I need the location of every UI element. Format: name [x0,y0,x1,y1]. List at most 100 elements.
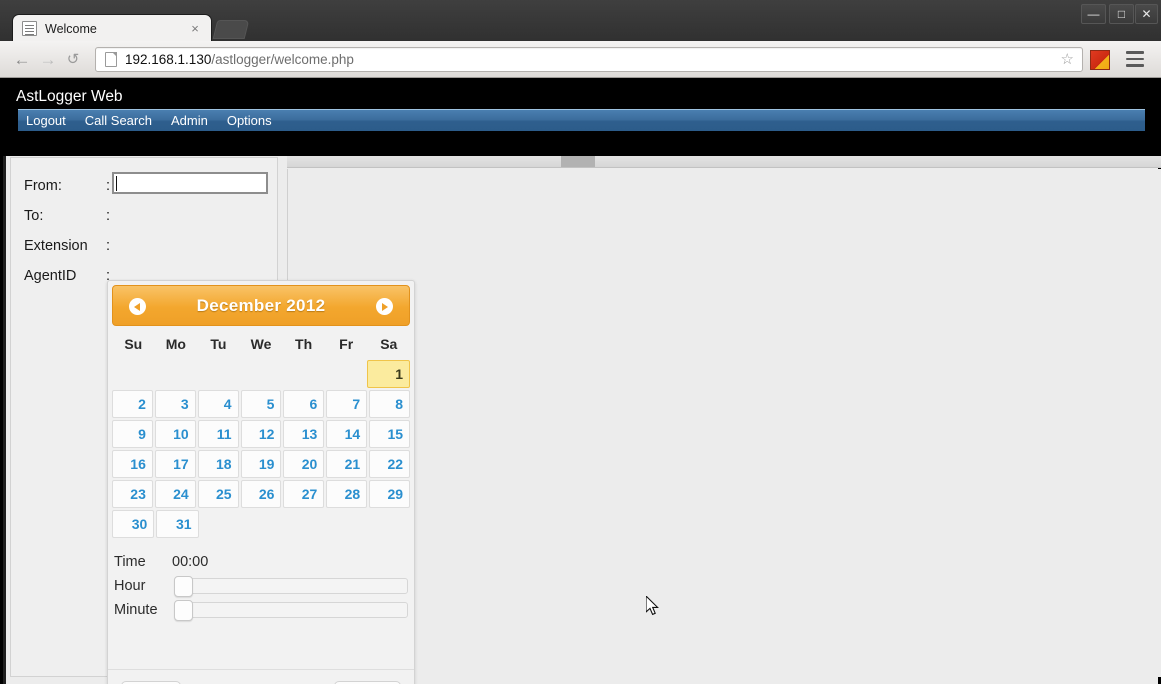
calendar-day-11[interactable]: 11 [197,420,239,448]
weekday-sa: Sa [380,336,398,352]
calendar-cell-empty [201,510,241,538]
star-icon[interactable]: ☆ [1061,52,1074,67]
forward-icon[interactable]: → [38,50,58,70]
calendar-day-27[interactable]: 27 [283,480,325,508]
label-from: From: [24,178,62,194]
window-minimize-button[interactable]: — [1081,4,1106,24]
form-row-agentid: AgentID : [24,268,118,284]
hour-slider-row: Hour [114,576,408,597]
text-caret [116,176,117,191]
calendar-week-row: 2345678 [112,390,411,418]
calendar-day-21[interactable]: 21 [326,450,368,478]
calendar-day-2[interactable]: 2 [112,390,153,418]
form-row-extension: Extension : [24,238,118,254]
horizontal-scrollbar[interactable] [287,156,1161,168]
reload-icon[interactable]: ↺ [63,50,83,70]
datepicker-weekday-header: Su Mo Tu We Th Fr Sa [112,332,410,358]
calendar-day-7[interactable]: 7 [326,390,368,418]
calendar-day-24[interactable]: 24 [154,480,196,508]
weekday-mo: Mo [165,336,186,352]
next-month-icon[interactable] [376,298,393,315]
prev-month-icon[interactable] [129,298,146,315]
calendar-cell-empty [282,360,323,388]
hour-slider-handle[interactable] [174,576,193,597]
calendar-day-6[interactable]: 6 [283,390,325,418]
calendar-day-3[interactable]: 3 [154,390,196,418]
calendar-day-19[interactable]: 19 [240,450,282,478]
calendar-day-10[interactable]: 10 [154,420,196,448]
datepicker-day-grid: 1 2 3 4 5 6 7 8 9 10 11 12 13 14 15 16 17 18 19 20 21 22 23 24 2… [112,360,411,538]
calendar-day-22[interactable]: 22 [369,450,411,478]
calendar-cell-empty [155,360,196,388]
nav-item-options[interactable]: Options [227,113,272,128]
label-agentid: AgentID [24,268,77,284]
url-host: 192.168.1.130 [125,52,212,67]
calendar-day-16[interactable]: 16 [112,450,153,478]
page-title: AstLogger Web [16,88,123,105]
calendar-day-29[interactable]: 29 [369,480,411,508]
app-navigation-bar: Logout Call Search Admin Options [18,109,1145,131]
window-close-button[interactable]: ✕ [1135,4,1158,24]
minute-slider-handle[interactable] [174,600,193,621]
nav-item-call-search[interactable]: Call Search [85,113,152,128]
calendar-cell-empty [112,360,153,388]
url-path: /astlogger/welcome.php [211,52,354,67]
window-maximize-button[interactable]: □ [1109,4,1134,24]
calendar-day-25[interactable]: 25 [197,480,239,508]
weekday-fr: Fr [339,336,354,352]
datepicker-month-title: December 2012 [196,295,326,315]
calendar-day-4[interactable]: 4 [197,390,239,418]
weekday-tu: Tu [210,336,227,352]
calendar-week-row: 9 10 11 12 13 14 15 [112,420,411,448]
results-panel [287,169,1161,677]
page-viewport: AstLogger Web Logout Call Search Admin O… [0,78,1161,684]
back-icon[interactable]: ← [12,50,32,70]
hamburger-menu-icon[interactable] [1126,51,1144,67]
calendar-week-row: 16 17 18 19 20 21 22 [112,450,411,478]
tab-label: Welcome [45,21,97,36]
minute-slider-row: Minute [114,600,408,621]
calendar-day-13[interactable]: 13 [283,420,325,448]
colon-extension: : [106,238,111,254]
address-bar[interactable]: 192.168.1.130/astlogger/welcome.php ☆ [95,47,1083,72]
calendar-day-8[interactable]: 8 [369,390,411,418]
datepicker-time-readout: Time 00:00 [114,554,408,570]
page-content-area: From: : To: : Extension : AgentID : Dece… [3,156,1161,684]
document-icon [22,21,37,36]
colon-to: : [106,208,111,224]
browser-toolbar: ← → ↺ 192.168.1.130/astlogger/welcome.ph… [0,41,1161,78]
calendar-day-15[interactable]: 15 [369,420,411,448]
nav-item-admin[interactable]: Admin [171,113,208,128]
url-text: 192.168.1.130/astlogger/welcome.php [125,52,354,67]
calendar-cell-empty [370,510,410,538]
calendar-day-26[interactable]: 26 [240,480,282,508]
extension-icon[interactable] [1090,50,1110,70]
from-date-input[interactable] [112,172,268,194]
calendar-day-30[interactable]: 30 [112,510,155,538]
hour-slider[interactable] [174,576,408,597]
calendar-day-23[interactable]: 23 [112,480,153,508]
nav-item-logout[interactable]: Logout [26,113,66,128]
close-icon[interactable]: × [187,21,203,37]
calendar-day-1[interactable]: 1 [367,360,411,388]
calendar-day-20[interactable]: 20 [283,450,325,478]
calendar-day-31[interactable]: 31 [156,510,199,538]
time-label: Time [114,554,146,570]
calendar-day-17[interactable]: 17 [154,450,196,478]
calendar-week-row: 1 [112,360,411,388]
calendar-cell-empty [327,510,367,538]
calendar-day-12[interactable]: 12 [240,420,282,448]
calendar-day-5[interactable]: 5 [240,390,282,418]
calendar-day-18[interactable]: 18 [197,450,239,478]
datepicker-header: December 2012 [112,285,410,326]
new-tab-button[interactable] [212,20,250,39]
scrollbar-thumb[interactable] [561,156,595,167]
minute-slider[interactable] [174,600,408,621]
minute-label: Minute [114,602,158,618]
browser-tab-welcome[interactable]: Welcome × [12,14,212,42]
calendar-day-9[interactable]: 9 [112,420,153,448]
calendar-cell-empty [197,360,238,388]
calendar-cell-empty [325,360,366,388]
calendar-day-28[interactable]: 28 [326,480,368,508]
calendar-day-14[interactable]: 14 [326,420,368,448]
